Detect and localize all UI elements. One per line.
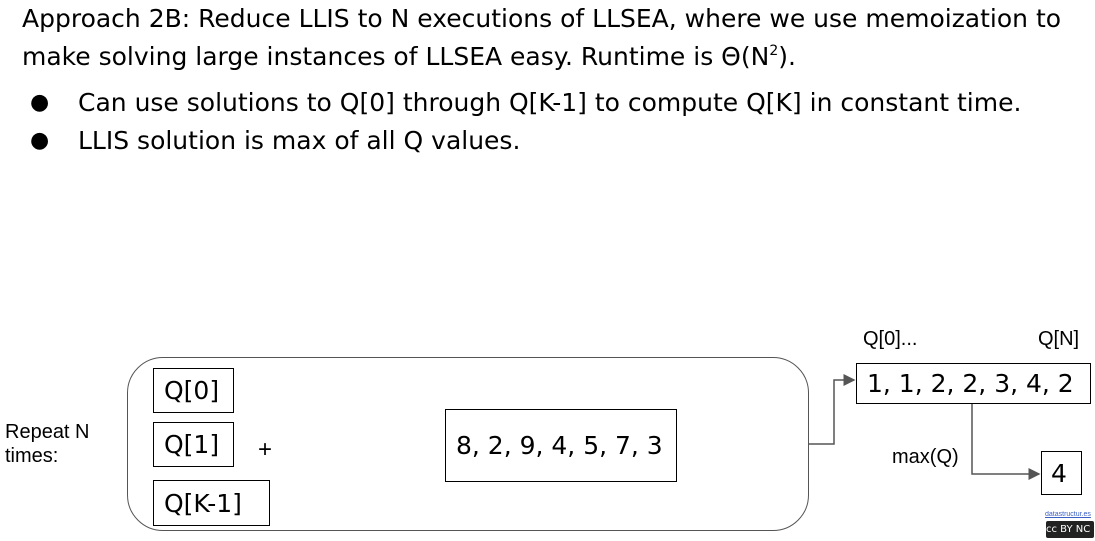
q-box-k-minus-1: Q[K-1] [153, 480, 270, 526]
bullet-item: ● LLIS solution is max of all Q values. [30, 122, 1021, 160]
title-text: Approach 2B: Reduce LLIS to N executions… [22, 4, 1062, 71]
q-box-0: Q[0] [153, 368, 234, 413]
bullet-item: ● Can use solutions to Q[0] through Q[K-… [30, 84, 1021, 122]
q-values-box: 1, 1, 2, 2, 3, 4, 2 [856, 363, 1091, 404]
footer-link[interactable]: datastructur.es [1045, 511, 1093, 518]
sequence-box: 8, 2, 9, 4, 5, 7, 3 [445, 409, 677, 482]
bullet-list: ● Can use solutions to Q[0] through Q[K-… [30, 84, 1021, 160]
max-label: max(Q) [892, 446, 959, 468]
arrow-to-q-values [809, 374, 856, 445]
bullet-dot-icon: ● [30, 90, 50, 115]
slide-title: Approach 2B: Reduce LLIS to N executions… [22, 0, 1087, 76]
q-range-start-label: Q[0]... [863, 328, 918, 350]
arrow-to-result [971, 404, 1041, 480]
bullet-text: Can use solutions to Q[0] through Q[K-1]… [78, 88, 1022, 117]
plus-sign: + [258, 436, 273, 463]
title-exponent: 2 [769, 42, 779, 59]
repeat-label: Repeat N times: [5, 421, 90, 467]
q-box-1: Q[1] [153, 422, 234, 467]
q-range-end-label: Q[N] [1038, 328, 1080, 350]
result-box: 4 [1041, 451, 1082, 495]
bullet-text: LLIS solution is max of all Q values. [78, 126, 521, 155]
license-badge-icon: cc BY NC SA [1046, 521, 1094, 538]
bullet-dot-icon: ● [30, 128, 50, 153]
title-text-end: ). [778, 42, 796, 71]
